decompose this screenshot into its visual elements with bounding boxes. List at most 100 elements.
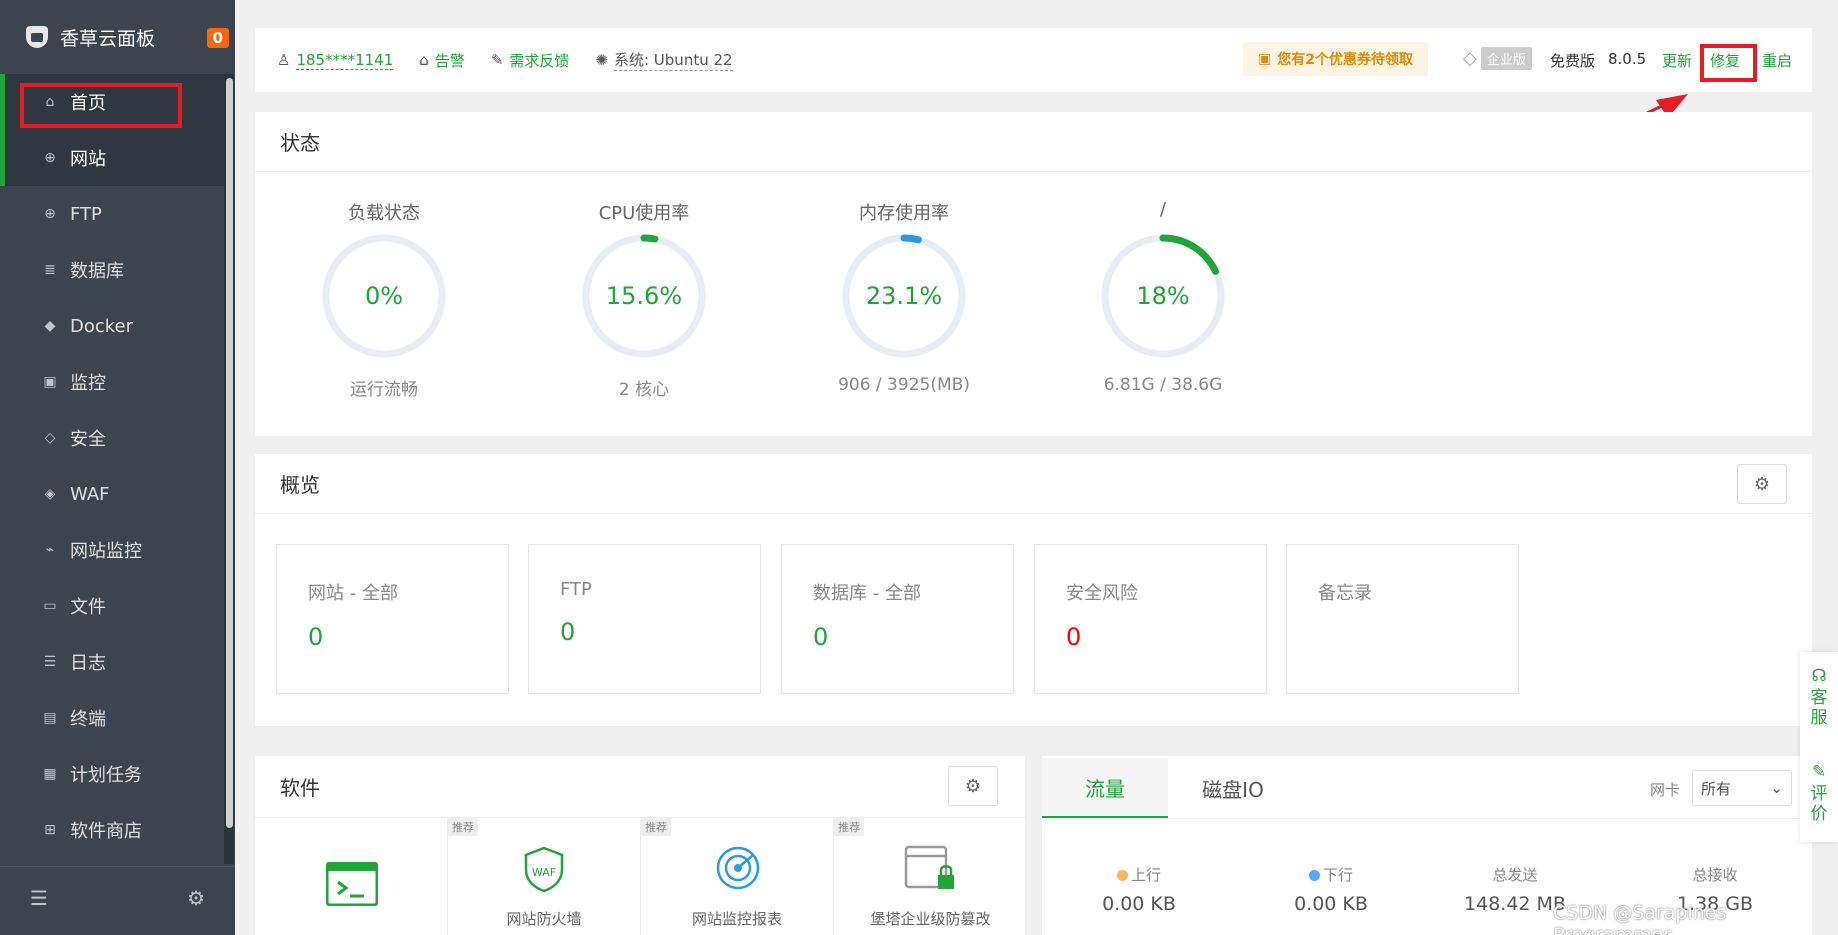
gauge-ring: 15.6% [579,231,709,361]
overview-title: 概览 [255,454,1812,514]
sidebar-item-security[interactable]: ◇ 安全 [0,410,226,466]
waf-shield-icon: ◈ [44,486,56,502]
software-title: 软件 [255,756,1025,818]
sidebar-item-monitor[interactable]: ▣ 监控 [0,354,226,410]
sidebar-item-app-store[interactable]: ⊞ 软件商店 [0,802,226,858]
sidebar-item-label: 计划任务 [70,765,142,786]
gear-icon[interactable]: ⚙ [187,886,205,910]
overview-value[interactable]: 0 [813,623,1013,651]
highlight-box-repair [1700,44,1757,82]
gauge-memory[interactable]: 内存使用率 23.1% 906 / 3925(MB) [824,199,984,395]
gauge-value: 0% [364,282,404,310]
gauge-cpu[interactable]: CPU使用率 15.6% 2 核心 [564,199,724,400]
gauge-disk[interactable]: / 18% 6.81G / 38.6G [1083,199,1243,395]
coupon-label[interactable]: 您有2个优惠券待领取 [1277,49,1413,69]
coupon-banner[interactable]: ▣ 您有2个优惠券待领取 [1243,42,1428,76]
enterprise-badge[interactable]: ◇ 企业版 [1463,47,1532,70]
alert-label[interactable]: 告警 [435,50,465,71]
chart-icon: ⌁ [45,542,55,558]
overview-box-ftp[interactable]: FTP 0 [528,544,761,694]
apps-icon: ⊞ [44,822,56,838]
sidebar-scrollbar[interactable] [224,74,234,864]
nic-select[interactable]: 所有 ⌄ [1692,770,1792,806]
gear-icon: ⚙ [1753,473,1771,495]
user-phone[interactable]: 185****1141 [296,51,394,70]
overview-value[interactable]: 0 [308,623,508,651]
sidebar-item-waf[interactable]: ◈ WAF [0,466,226,522]
software-item-site-monitor-report[interactable]: 推荐 网站监控报表 [641,818,834,935]
update-button[interactable]: 更新 [1662,50,1692,71]
sidebar-item-files[interactable]: ▭ 文件 [0,578,226,634]
monitor-icon: ▣ [43,374,57,390]
gauge-title: CPU使用率 [598,203,690,224]
sidebar-item-terminal[interactable]: ▤ 终端 [0,690,226,746]
scrollbar-thumb[interactable] [225,78,233,828]
collapse-menu-icon[interactable]: ☰ [30,886,48,910]
enterprise-label[interactable]: 企业版 [1480,47,1532,70]
overview-value[interactable]: 0 [1066,623,1266,651]
sidebar-item-label: 网站 [70,149,106,170]
headset-icon[interactable]: ☊ [1800,666,1838,686]
software-item-waf[interactable]: 推荐 WAF 网站防火墙 [448,818,641,935]
floating-help-panel: ☊ 客服 ✎ 评价 [1800,652,1838,842]
system-info: ✺ 系统: Ubuntu 22 [595,49,733,71]
gauge-subtitle: 906 / 3925(MB) [838,375,970,395]
gauge-ring: 18% [1098,231,1228,361]
overview-label: 安全风险 [1066,583,1138,604]
user-icon: ♙ [277,51,291,69]
alert-link[interactable]: ⌂ 告警 [419,50,465,71]
stat-label: 总接收 [1692,866,1738,884]
waf-icon: WAF [524,846,564,892]
feedback-link[interactable]: ✎ 需求反馈 [491,50,570,71]
download-dot-icon [1308,870,1320,881]
gauge-title: 内存使用率 [859,203,949,224]
gauge-title: 负载状态 [348,203,420,224]
stat-label: 总发送 [1492,866,1538,884]
software-item-terminal[interactable] [255,818,448,935]
watermark: CSDN @Sarapines Programmer [1553,902,1727,935]
overview-box-websites[interactable]: 网站 - 全部 0 [276,544,509,694]
review-button[interactable]: 评价 [1810,784,1828,824]
highlight-box-home [20,83,182,128]
overview-box-memo[interactable]: 备忘录 [1286,544,1519,694]
overview-box-security-risk[interactable]: 安全风险 0 [1034,544,1267,694]
sidebar-item-label: 监控 [70,373,106,394]
software-name: 堡塔企业级防篡改 [870,910,991,928]
sidebar-item-label: 数据库 [70,261,124,282]
sidebar-item-database[interactable]: ≣ 数据库 [0,242,226,298]
sidebar-item-site-monitor[interactable]: ⌁ 网站监控 [0,522,226,578]
overview-settings-button[interactable]: ⚙ [1737,464,1787,504]
top-bar: ♙ 185****1141 ⌂ 告警 ✎ 需求反馈 ✺ 系统: Ubuntu 22 ▣ 您… [255,28,1812,92]
sidebar-nav: ⌂ 首页 ⊕ 网站 ⊕ FTP ≣ 数据库 ◆ Docker ▣ 监控 ◇ 安全 ◈ WAF ⌁… [0,74,226,858]
overview-label: 数据库 - 全部 [813,583,921,604]
user-link[interactable]: ♙ 185****1141 [277,51,394,70]
folder-icon: ▭ [43,598,57,614]
radar-icon [716,846,760,890]
sidebar-item-ftp[interactable]: ⊕ FTP [0,186,226,242]
coupon-icon: ▣ [1258,51,1272,67]
software-settings-button[interactable]: ⚙ [948,766,998,806]
docker-icon: ◆ [44,318,56,334]
sidebar-item-cron[interactable]: ▦ 计划任务 [0,746,226,802]
notification-badge[interactable]: 0 [206,28,229,48]
overview-value[interactable]: 0 [560,618,760,646]
sidebar-footer: ☰ ⚙ [0,866,235,928]
customer-service-button[interactable]: 客服 [1810,688,1828,728]
tab-traffic[interactable]: 流量 [1042,758,1168,818]
sidebar-item-docker[interactable]: ◆ Docker [0,298,226,354]
restart-button[interactable]: 重启 [1762,50,1792,71]
software-item-tamper-proof[interactable]: 推荐 堡塔企业级防篡改 [834,818,1027,935]
overview-box-database[interactable]: 数据库 - 全部 0 [781,544,1014,694]
tab-disk-io[interactable]: 磁盘IO [1168,758,1298,818]
nic-label: 网卡 [1650,781,1681,799]
stat-upload: 上行 0.00 KB [1064,864,1214,915]
sidebar-item-website[interactable]: ⊕ 网站 [0,130,226,186]
gauge-load[interactable]: 负载状态 0% 运行流畅 [304,199,464,400]
edition-label: 免费版 [1550,52,1596,70]
edit-icon[interactable]: ✎ [1800,762,1838,782]
recommend-tag: 推荐 [641,818,671,836]
sidebar-item-logs[interactable]: ☰ 日志 [0,634,226,690]
lock-window-icon [904,845,954,889]
feedback-label[interactable]: 需求反馈 [509,50,569,71]
recommend-tag: 推荐 [448,818,478,836]
